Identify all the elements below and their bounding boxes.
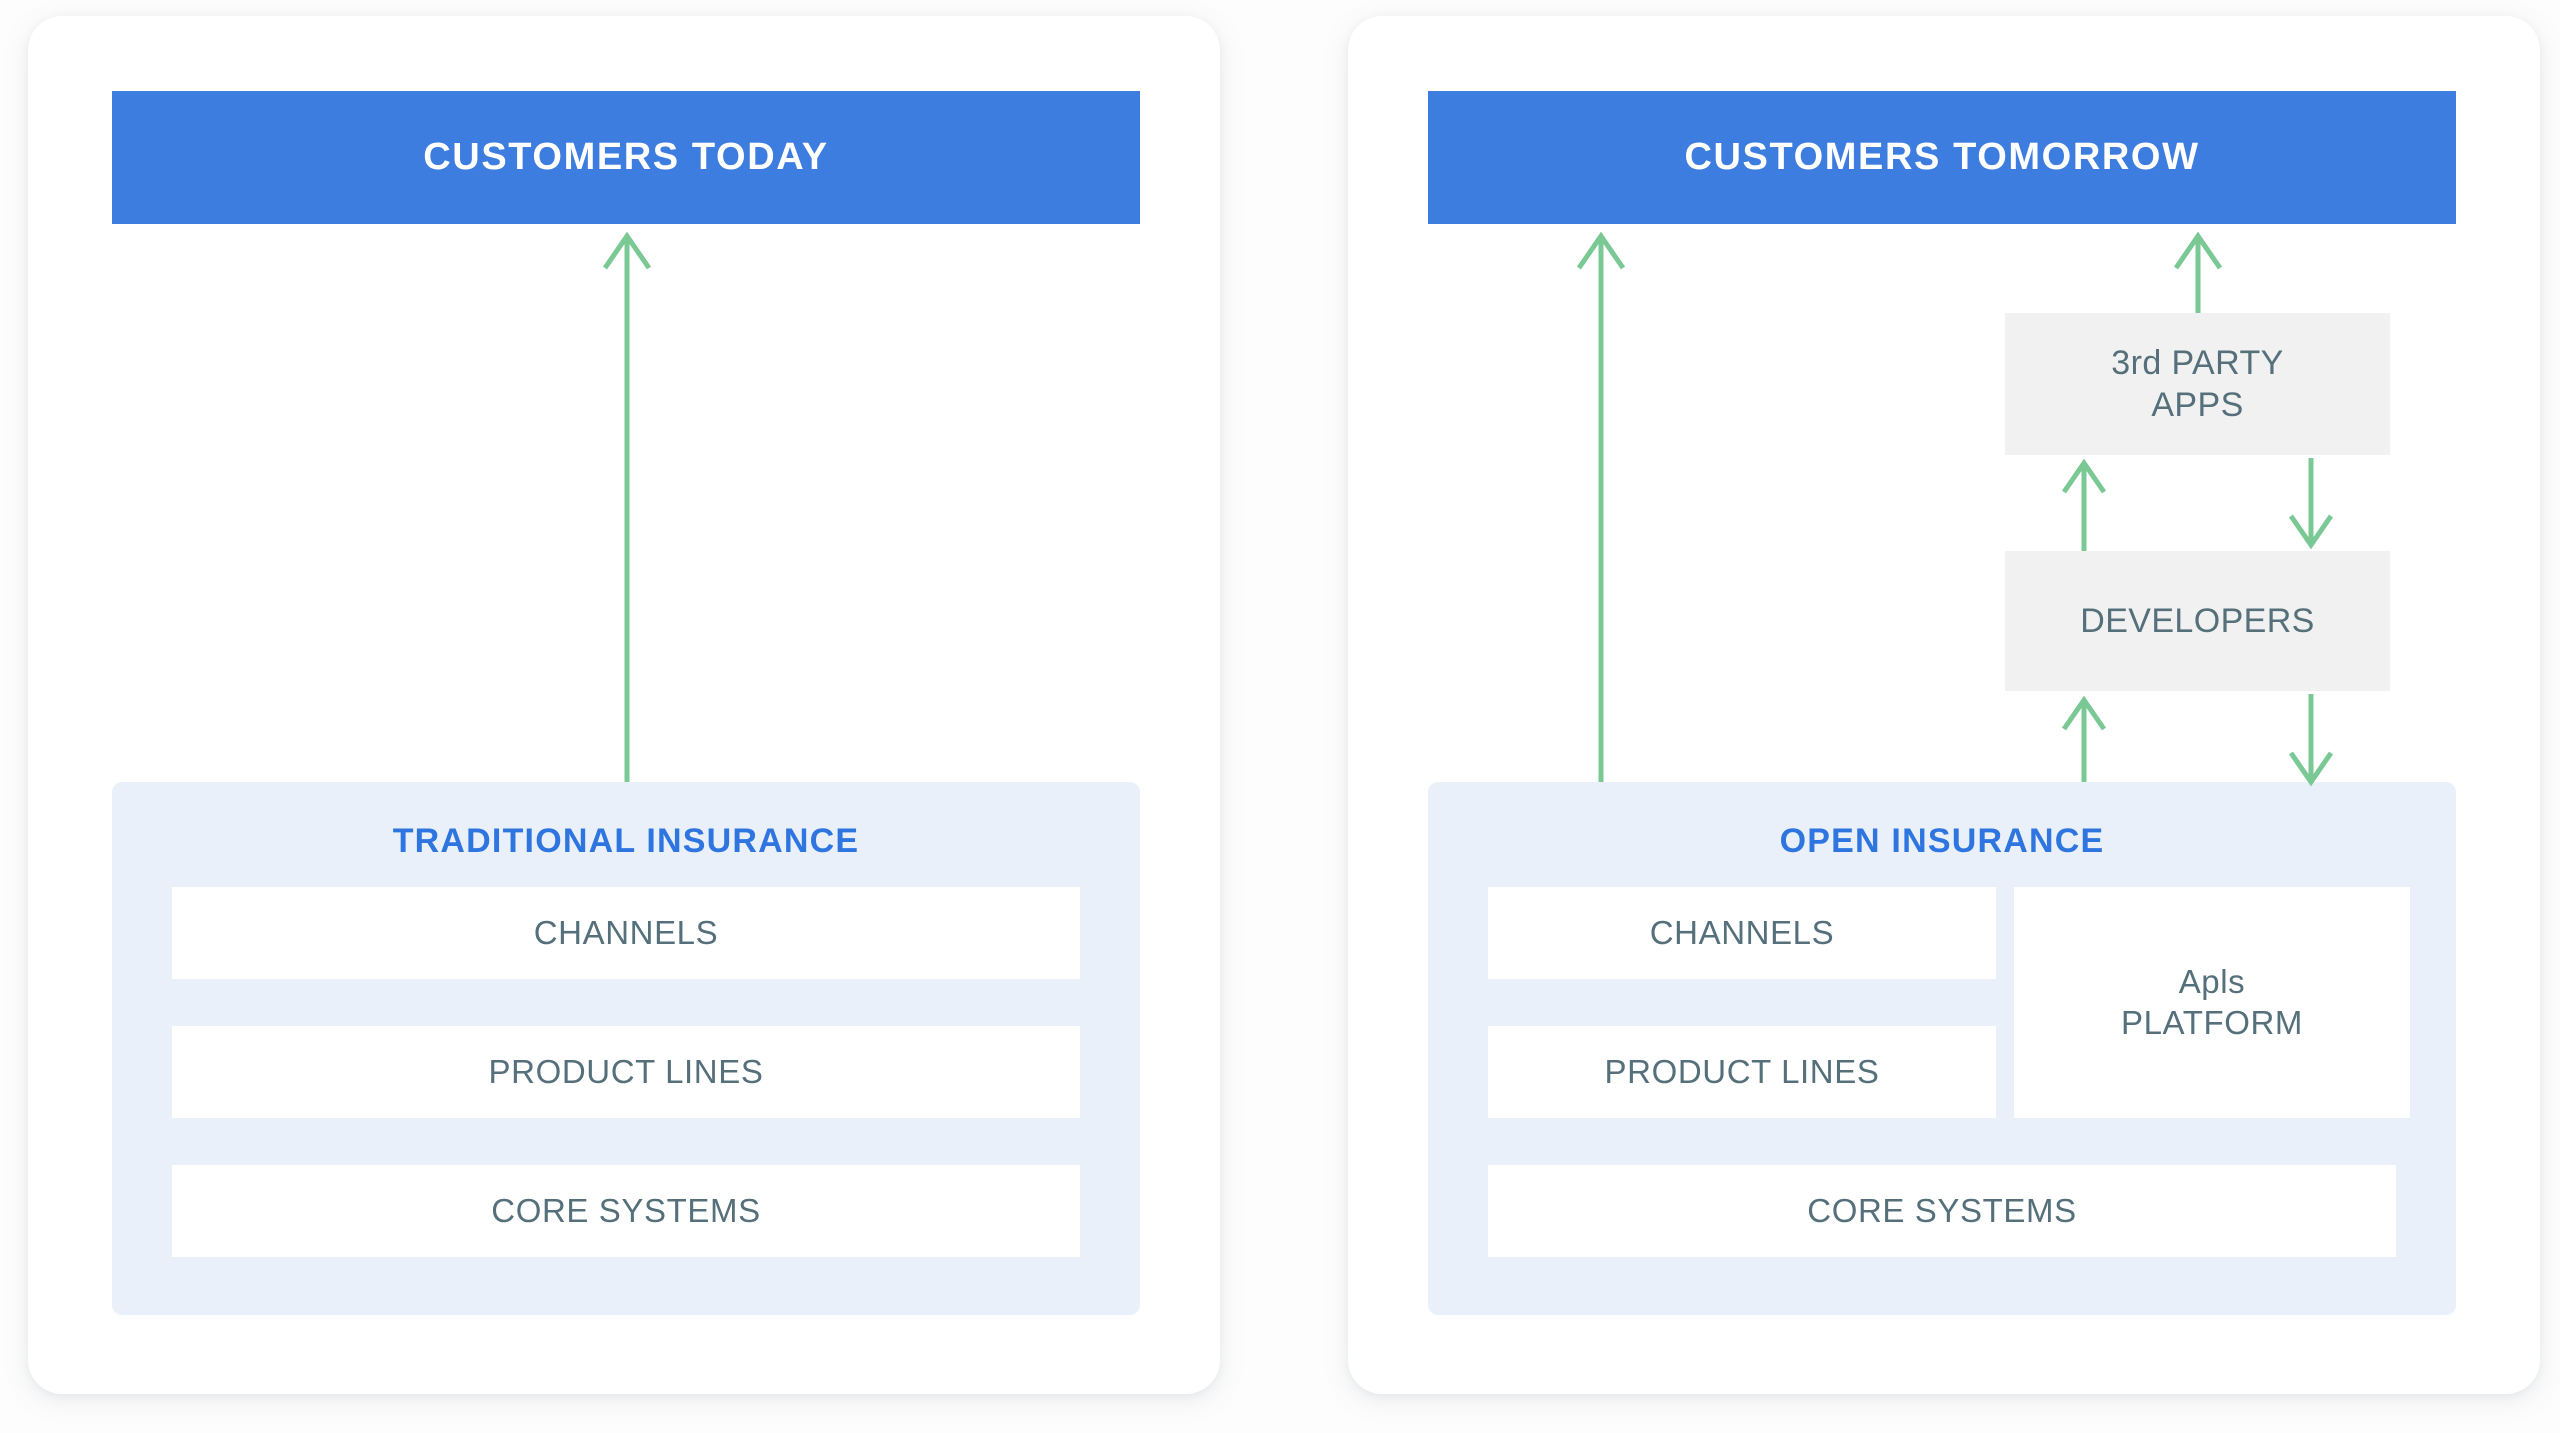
row-open-product-lines: PRODUCT LINES	[1488, 1026, 1996, 1118]
box-apis-platform: Apls PLATFORM	[2014, 887, 2410, 1118]
box-third-party-apps-label: 3rd PARTY APPS	[2111, 342, 2283, 427]
banner-customers-today: CUSTOMERS TODAY	[112, 91, 1140, 224]
panel-open-insurance-title: OPEN INSURANCE	[1779, 822, 2105, 860]
box-developers-label: DEVELOPERS	[2080, 601, 2315, 640]
row-open-core-systems-label: CORE SYSTEMS	[1807, 1192, 2077, 1229]
box-apis-platform-line1: Apls	[2178, 963, 2246, 1001]
banner-customers-tomorrow: CUSTOMERS TOMORROW	[1428, 91, 2456, 224]
box-apis-platform-line2: PLATFORM	[2120, 1003, 2304, 1041]
box-third-party-apps-line2: APPS	[2151, 386, 2244, 424]
row-open-channels-label: CHANNELS	[1649, 914, 1835, 951]
box-developers: DEVELOPERS	[2005, 551, 2390, 691]
row-open-product-lines-label: PRODUCT LINES	[1604, 1053, 1880, 1090]
panel-traditional-insurance-title: TRADITIONAL INSURANCE	[392, 822, 860, 860]
row-traditional-channels: CHANNELS	[172, 887, 1080, 979]
box-third-party-apps: 3rd PARTY APPS	[2005, 313, 2390, 455]
banner-customers-tomorrow-label: CUSTOMERS TOMORROW	[1684, 136, 2200, 178]
row-open-core-systems: CORE SYSTEMS	[1488, 1165, 2396, 1257]
row-traditional-product-lines: PRODUCT LINES	[172, 1026, 1080, 1118]
diagram-canvas: CUSTOMERS TODAY TRADITIONAL INSURANCE CH…	[0, 0, 2560, 1433]
box-third-party-apps-line1: 3rd PARTY	[2111, 343, 2284, 382]
row-traditional-product-lines-label: PRODUCT LINES	[488, 1053, 764, 1090]
banner-customers-today-label: CUSTOMERS TODAY	[423, 136, 829, 178]
row-traditional-core-systems: CORE SYSTEMS	[172, 1165, 1080, 1257]
row-traditional-core-systems-label: CORE SYSTEMS	[491, 1192, 761, 1229]
row-traditional-channels-label: CHANNELS	[533, 914, 719, 951]
row-open-channels: CHANNELS	[1488, 887, 1996, 979]
